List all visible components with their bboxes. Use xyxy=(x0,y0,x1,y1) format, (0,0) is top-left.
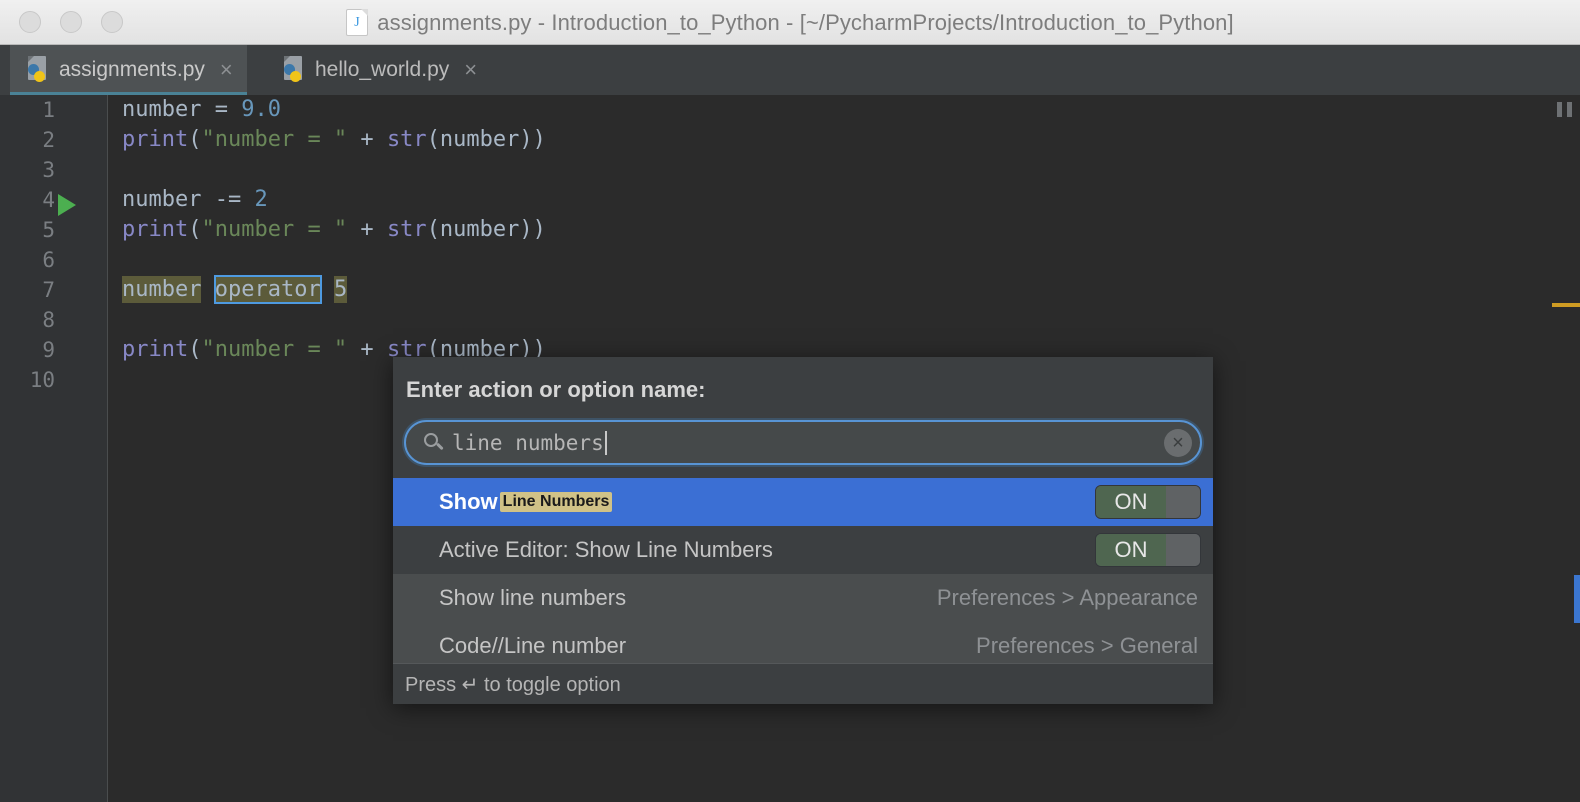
code-token: = xyxy=(214,97,242,122)
code-token: + xyxy=(347,217,387,242)
code-line[interactable]: number -= 2 xyxy=(122,185,1580,215)
toggle-switch-on[interactable]: ON xyxy=(1095,485,1201,519)
code-token: print xyxy=(122,337,189,362)
code-token: 2 xyxy=(254,187,268,212)
code-token: print xyxy=(122,127,189,152)
line-number: 10 xyxy=(29,368,55,392)
minimize-button[interactable] xyxy=(60,11,82,33)
pycharm-window: J assignments.py - Introduction_to_Pytho… xyxy=(0,0,1580,802)
code-line[interactable]: print("number = " + str(number)) xyxy=(122,125,1580,155)
code-line[interactable]: print("number = " + str(number)) xyxy=(122,215,1580,245)
results-list: Show Line Numbers ON Active Editor: Show… xyxy=(393,478,1213,670)
result-breadcrumb: Preferences > General xyxy=(976,633,1198,658)
code-token: operator xyxy=(213,275,322,304)
toggle-knob xyxy=(1166,534,1200,566)
code-token: "number = " xyxy=(201,337,348,362)
tab-close-icon[interactable]: × xyxy=(464,59,477,81)
editor-tab-bar: assignments.py × hello_world.py × xyxy=(0,45,1580,95)
clear-icon[interactable]: × xyxy=(1164,428,1192,457)
code-token: 5 xyxy=(333,276,348,303)
run-gutter-icon[interactable] xyxy=(58,194,76,216)
python-document-icon: J xyxy=(346,9,369,36)
code-token: number xyxy=(122,97,215,122)
window-title-group: J assignments.py - Introduction_to_Pytho… xyxy=(0,0,1580,45)
warning-marker[interactable] xyxy=(1552,303,1580,307)
code-token: + xyxy=(347,337,387,362)
line-number: 8 xyxy=(42,308,55,332)
line-number: 5 xyxy=(42,218,55,242)
search-field-wrapper: line numbers × xyxy=(404,420,1202,465)
code-token: str xyxy=(386,217,427,242)
search-icon xyxy=(424,433,444,452)
result-row-show-line-numbers[interactable]: Show Line Numbers ON xyxy=(393,478,1213,526)
dialog-footer: Press ↵ to toggle option xyxy=(393,663,1213,704)
line-number: 2 xyxy=(42,128,55,152)
code-token: str xyxy=(386,127,427,152)
code-token: ( xyxy=(188,127,202,152)
footer-hint: Press ↵ to toggle option xyxy=(405,673,621,696)
code-token: ( xyxy=(188,337,202,362)
text-caret xyxy=(604,430,607,455)
line-number: 7 xyxy=(42,278,55,302)
close-button[interactable] xyxy=(19,11,41,33)
result-row-show-line-numbers-preferences[interactable]: Show line numbers Preferences > Appearan… xyxy=(393,574,1213,622)
code-token: "number = " xyxy=(201,217,348,242)
code-token: ( xyxy=(188,217,202,242)
result-row-active-editor-show-line-numbers[interactable]: Active Editor: Show Line Numbers ON xyxy=(393,526,1213,574)
toggle-switch-on[interactable]: ON xyxy=(1095,533,1201,567)
toggle-state-label: ON xyxy=(1096,534,1166,566)
code-content[interactable]: number = 9.0 print("number = " + str(numb… xyxy=(109,95,1580,392)
zoom-button[interactable] xyxy=(101,11,123,33)
dialog-title: Enter action or option name: xyxy=(406,377,706,402)
editor-gutter[interactable]: 1 2 3 4 5 6 7 8 9 10 xyxy=(0,95,108,802)
line-number: 4 xyxy=(42,188,55,212)
code-token: 9.0 xyxy=(241,97,281,122)
code-line[interactable] xyxy=(122,305,1580,335)
line-number: 9 xyxy=(42,338,55,362)
code-token: number xyxy=(122,187,215,212)
line-number-column: 1 2 3 4 5 6 7 8 9 10 xyxy=(30,95,55,395)
pause-icon[interactable] xyxy=(1557,102,1572,117)
result-match-highlight: Line Numbers xyxy=(499,492,613,512)
result-label: Show line numbers xyxy=(439,585,627,610)
toggle-state-label: ON xyxy=(1096,486,1166,518)
tab-label: assignments.py xyxy=(59,58,205,81)
python-file-icon xyxy=(282,56,306,84)
result-breadcrumb: Preferences > Appearance xyxy=(936,585,1198,610)
toggle-knob xyxy=(1166,486,1200,518)
search-input-value: line numbers xyxy=(452,430,604,455)
python-file-icon xyxy=(26,56,50,84)
code-token: + xyxy=(347,127,387,152)
dialog-header: Enter action or option name: xyxy=(393,357,1213,403)
result-label: Active Editor: Show Line Numbers xyxy=(439,537,773,562)
caret-position-marker xyxy=(1574,575,1580,623)
tab-label: hello_world.py xyxy=(315,58,450,81)
tab-assignments-py[interactable]: assignments.py × xyxy=(10,45,247,95)
find-action-dialog: Enter action or option name: line number… xyxy=(393,357,1213,704)
code-token: (number)) xyxy=(426,127,546,152)
code-token: -= xyxy=(214,187,255,212)
line-number: 6 xyxy=(42,248,55,272)
search-input[interactable]: line numbers xyxy=(404,420,1202,465)
result-label: Code//Line number xyxy=(439,633,627,658)
code-line[interactable]: number operator 5 xyxy=(122,275,1580,305)
tab-close-icon[interactable]: × xyxy=(220,59,233,81)
line-number: 3 xyxy=(42,158,55,182)
code-token: "number = " xyxy=(201,127,348,152)
code-line[interactable]: number = 9.0 xyxy=(122,95,1580,125)
code-token: number xyxy=(122,276,202,303)
code-line[interactable] xyxy=(122,245,1580,275)
window-title: assignments.py - Introduction_to_Python … xyxy=(377,9,1234,35)
code-token: print xyxy=(122,217,189,242)
window-titlebar: J assignments.py - Introduction_to_Pytho… xyxy=(0,0,1580,45)
code-token: (number)) xyxy=(426,217,546,242)
code-line[interactable] xyxy=(122,155,1580,185)
tab-hello-world-py[interactable]: hello_world.py × xyxy=(266,45,491,95)
line-number: 1 xyxy=(42,98,55,122)
result-label: Show xyxy=(439,489,498,514)
window-controls xyxy=(19,11,123,33)
